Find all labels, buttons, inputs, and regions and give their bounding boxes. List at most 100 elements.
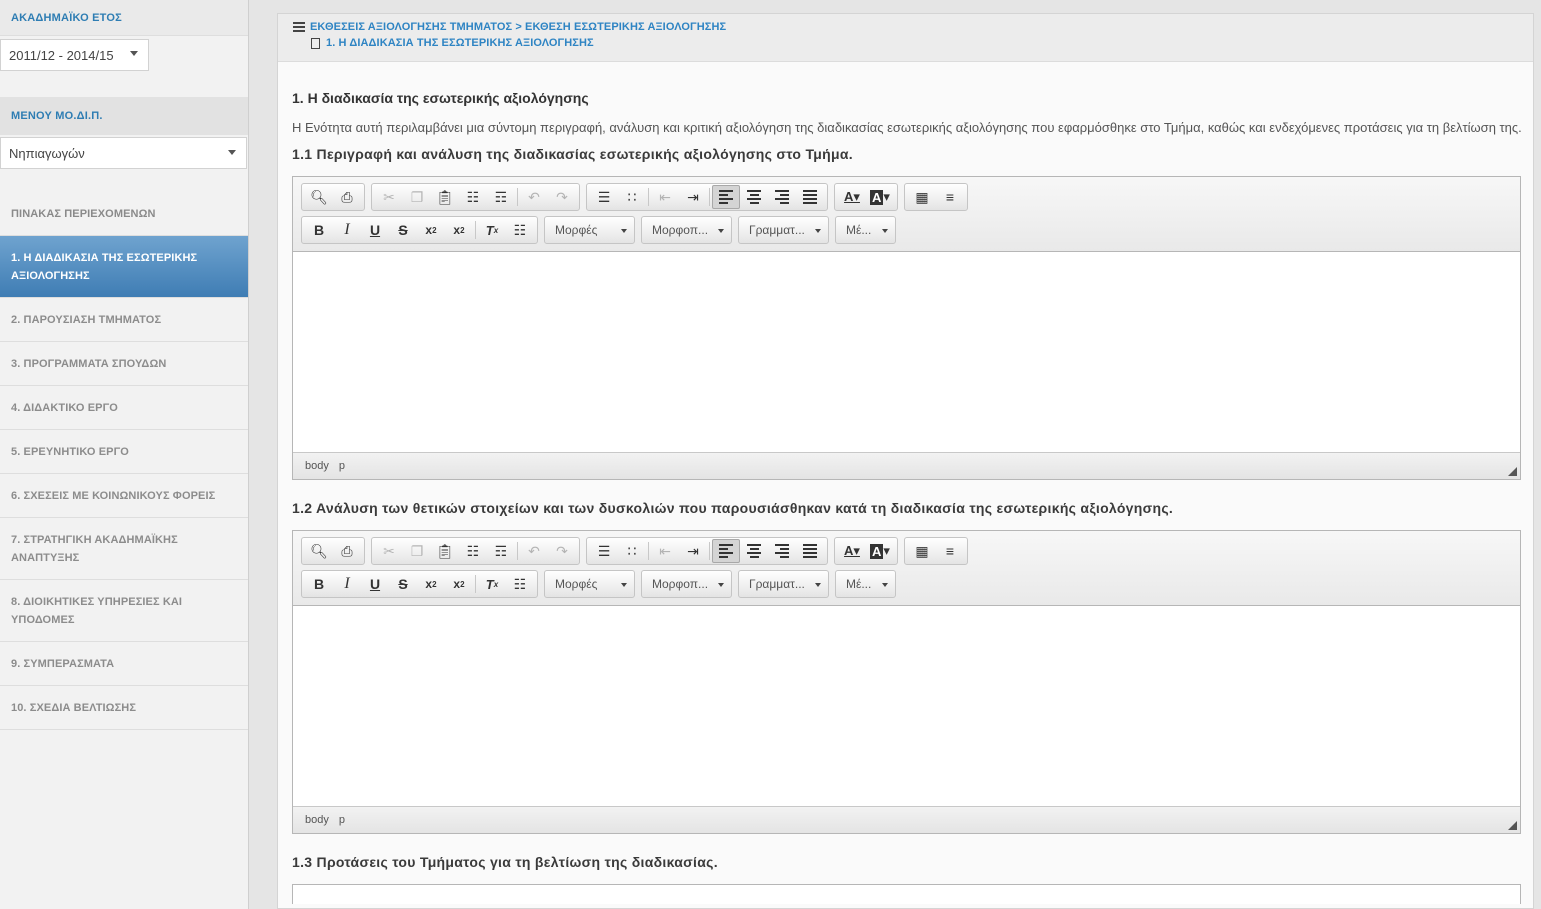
chevron-down-icon [228,150,236,155]
resize-handle-icon[interactable] [1508,821,1517,830]
sidebar-item-section-6[interactable]: 6. ΣΧΕΣΕΙΣ ΜΕ ΚΟΙΝΩΝΙΚΟΥΣ ΦΟΡΕΙΣ [0,474,248,518]
table-icon[interactable]: ▦ [908,539,936,563]
paste-word-icon[interactable]: ☶ [487,185,515,209]
sidebar-item-section-2[interactable]: 2. ΠΑΡΟΥΣΙΑΣΗ ΤΜΗΜΑΤΟΣ [0,298,248,342]
paste-word-icon[interactable]: ☶ [487,539,515,563]
underline-icon[interactable]: U [361,218,389,242]
sidebar-item-section-7[interactable]: 7. ΣΤΡΑΤΗΓΙΚΗ ΑΚΑΔΗΜΑΪΚΗΣ ΑΝΑΠΤΥΞΗΣ [0,518,248,580]
numbered-list-icon[interactable]: ☰ [590,539,618,563]
source-icon[interactable]: ☷ [506,218,534,242]
element-path-p[interactable]: p [339,814,345,826]
format-dropdown[interactable]: Μορφοπ... [641,216,732,244]
sidebar-item-section-5[interactable]: 5. ΕΡΕΥΝΗΤΙΚΟ ΕΡΓΟ [0,430,248,474]
resize-handle-icon[interactable] [1508,467,1517,476]
justify-icon[interactable] [796,539,824,563]
copy-icon[interactable]: ❐ [403,185,431,209]
sidebar-item-section-1[interactable]: 1. Η ΔΙΑΔΙΚΑΣΙΑ ΤΗΣ ΕΣΩΤΕΡΙΚΗΣ ΑΞΙΟΛΟΓΗΣ… [0,236,248,298]
editor-status-bar: body p [293,452,1520,479]
indent-icon[interactable]: ⇥ [679,185,707,209]
background-color-icon[interactable]: A ▾ [866,539,894,563]
align-right-icon[interactable] [768,185,796,209]
academic-year-select[interactable]: 2011/12 - 2014/15 [0,39,149,71]
paste-text-icon[interactable]: ☷ [459,185,487,209]
size-dropdown[interactable]: Μέ... [835,570,896,598]
size-dropdown[interactable]: Μέ... [835,216,896,244]
undo-icon[interactable]: ↶ [520,185,548,209]
breadcrumb-path-link[interactable]: ΕΚΘΕΣΕΙΣ ΑΞΙΟΛΟΓΗΣΗΣ ΤΜΗΜΑΤΟΣ > ΕΚΘΕΣΗ Ε… [310,21,726,33]
editor-text-area[interactable] [293,252,1520,452]
sidebar-item-section-10[interactable]: 10. ΣΧΕΔΙΑ ΒΕΛΤΙΩΣΗΣ [0,686,248,730]
sidebar-item-section-3[interactable]: 3. ΠΡΟΓΡΑΜΜΑΤΑ ΣΠΟΥΔΩΝ [0,342,248,386]
bulleted-list-icon[interactable]: ∷ [618,185,646,209]
superscript-icon[interactable]: x2 [445,218,473,242]
paste-icon[interactable]: 📋︎ [431,185,459,209]
print-icon[interactable]: ⎙ [333,539,361,563]
redo-icon[interactable]: ↷ [548,539,576,563]
superscript-icon[interactable]: x2 [445,572,473,596]
italic-icon[interactable]: I [333,218,361,242]
sidebar-item-toc[interactable]: ΠΙΝΑΚΑΣ ΠΕΡΙΕΧΟΜΕΝΩΝ [0,192,248,236]
element-path-body[interactable]: body [305,460,329,472]
remove-format-icon[interactable]: Tx [478,572,506,596]
format-dropdown-label: Μορφοπ... [652,223,709,237]
undo-icon[interactable]: ↶ [520,539,548,563]
preview-icon[interactable]: 🔍︎ [305,539,333,563]
align-center-icon[interactable] [740,185,768,209]
format-dropdown[interactable]: Μορφοπ... [641,570,732,598]
strike-icon[interactable]: S [389,572,417,596]
page-title: 1. Η διαδικασία της εσωτερικής αξιολόγησ… [292,90,589,106]
indent-icon[interactable]: ⇥ [679,539,707,563]
horizontal-line-icon[interactable]: ≡ [936,539,964,563]
source-icon[interactable]: ☷ [506,572,534,596]
underline-icon[interactable]: U [361,572,389,596]
cut-icon[interactable]: ✂ [375,539,403,563]
paste-text-icon[interactable]: ☷ [459,539,487,563]
styles-dropdown[interactable]: Μορφές [544,216,635,244]
font-dropdown[interactable]: Γραμματ... [738,216,829,244]
sidebar-item-section-4[interactable]: 4. ΔΙΔΑΚΤΙΚΟ ΕΡΓΟ [0,386,248,430]
remove-format-icon[interactable]: Tx [478,218,506,242]
preview-icon[interactable]: 🔍︎ [305,185,333,209]
sidebar-item-section-8[interactable]: 8. ΔΙΟΙΚΗΤΙΚΕΣ ΥΠΗΡΕΣΙΕΣ ΚΑΙ ΥΠΟΔΟΜΕΣ [0,580,248,642]
question-1-1-label: 1.1 Περιγραφή και ανάλυση της διαδικασία… [292,146,853,162]
copy-icon[interactable]: ❐ [403,539,431,563]
cut-icon[interactable]: ✂ [375,185,403,209]
size-dropdown-label: Μέ... [846,223,872,237]
department-select[interactable]: Νηπιαγωγών [0,137,247,169]
subscript-icon[interactable]: x2 [417,572,445,596]
text-color-icon[interactable]: A▾ [838,185,866,209]
element-path-body[interactable]: body [305,814,329,826]
font-dropdown[interactable]: Γραμματ... [738,570,829,598]
bulleted-list-icon[interactable]: ∷ [618,539,646,563]
styles-dropdown[interactable]: Μορφές [544,570,635,598]
question-1-3-label: 1.3 Προτάσεις του Τμήματος για τη βελτίω… [292,854,718,870]
background-color-icon[interactable]: A ▾ [866,185,894,209]
numbered-list-icon[interactable]: ☰ [590,185,618,209]
strike-icon[interactable]: S [389,218,417,242]
align-right-icon[interactable] [768,539,796,563]
align-left-icon[interactable] [712,539,740,563]
horizontal-line-icon[interactable]: ≡ [936,185,964,209]
bold-icon[interactable]: B [305,218,333,242]
table-icon[interactable]: ▦ [908,185,936,209]
align-left-icon[interactable] [712,185,740,209]
paste-icon[interactable]: 📋︎ [431,539,459,563]
element-path-p[interactable]: p [339,460,345,472]
outdent-icon[interactable]: ⇤ [651,185,679,209]
bold-icon[interactable]: B [305,572,333,596]
text-color-icon[interactable]: A▾ [838,539,866,563]
editor-toolbar: 🔍︎ ⎙ ✂ ❐ 📋︎ ☷ ☶ ↶ ↷ ☰ ∷ ⇤ ⇥ A▾ A ▾ ▦ ≡ B… [293,531,1520,606]
subscript-icon[interactable]: x2 [417,218,445,242]
print-icon[interactable]: ⎙ [333,185,361,209]
form-content: 1. Η διαδικασία της εσωτερικής αξιολόγησ… [278,90,1533,904]
justify-icon[interactable] [796,185,824,209]
breadcrumb: ΕΚΘΕΣΕΙΣ ΑΞΙΟΛΟΓΗΣΗΣ ΤΜΗΜΑΤΟΣ > ΕΚΘΕΣΗ Ε… [278,14,1533,62]
editor-text-area[interactable] [293,606,1520,806]
italic-icon[interactable]: I [333,572,361,596]
outdent-icon[interactable]: ⇤ [651,539,679,563]
redo-icon[interactable]: ↷ [548,185,576,209]
font-dropdown-label: Γραμματ... [749,223,805,237]
align-center-icon[interactable] [740,539,768,563]
sidebar-item-label: 1. Η ΔΙΑΔΙΚΑΣΙΑ ΤΗΣ ΕΣΩΤΕΡΙΚΗΣ ΑΞΙΟΛΟΓΗΣ… [11,251,198,282]
sidebar-item-section-9[interactable]: 9. ΣΥΜΠΕΡΑΣΜΑΤΑ [0,642,248,686]
